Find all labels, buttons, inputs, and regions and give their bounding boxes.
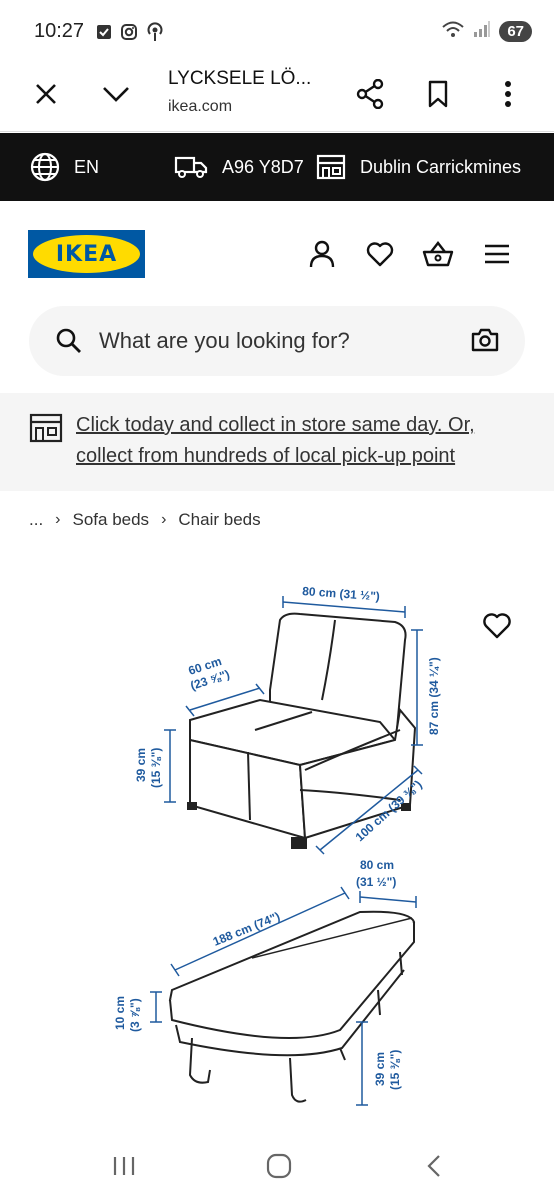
bookmark-button[interactable] [418,74,458,114]
chevron-right-icon: › [161,511,167,528]
more-options-button[interactable] [488,74,528,114]
chair-height-label: 87 cm (34 ¼") [427,657,441,735]
menu-button[interactable] [480,237,514,271]
store-selector[interactable]: Dublin Carrickmines [316,133,521,201]
battery-level: 67 [499,21,532,42]
breadcrumb-ellipsis[interactable]: ... [29,510,43,530]
language-label: EN [74,156,100,177]
mattress-thickness-in-label: (3 ⅞") [128,998,142,1032]
ikea-logo[interactable]: IKEA [28,230,145,278]
wifi-icon [441,20,465,43]
share-icon [356,79,384,109]
chevron-down-icon [103,87,129,102]
postcode-label: A96 Y8D7 [222,156,304,177]
click-collect-link[interactable]: Click today and collect in store same da… [76,410,516,472]
status-time: 10:27 [34,20,85,42]
delivery-truck-icon [174,156,208,178]
page-title[interactable]: LYCKSELE LÖ... [168,68,311,90]
chair-seat-height-in-label: (15 ⅜") [149,748,163,788]
bed-length-label: 188 cm (74") [211,909,282,949]
share-button[interactable] [350,74,390,114]
logo-text: IKEA [55,241,118,267]
back-icon [427,1155,440,1177]
checkbox-icon [96,24,112,45]
bed-width-in-label: (31 ½") [356,875,396,889]
heart-icon [483,613,511,639]
breadcrumb-sofa-beds[interactable]: Sofa beds [73,510,150,530]
locale-bar: EN A96 Y8D7 Dublin Carrickmines [0,133,554,201]
account-icon [309,240,335,268]
globe-icon [30,152,60,182]
system-navigation-bar [0,1132,554,1200]
recent-apps-icon [113,1157,135,1175]
mattress-thickness-label: 10 cm [113,996,127,1030]
search-bar [29,306,525,376]
heart-icon [366,242,394,267]
shopping-basket-icon [422,241,454,267]
account-button[interactable] [305,237,339,271]
site-header: IKEA [0,201,554,301]
browser-toolbar: LYCKSELE LÖ... ikea.com [0,60,554,132]
search-icon [56,328,81,353]
more-vertical-icon [505,81,511,107]
language-selector[interactable]: EN [30,133,99,201]
breadcrumb: ... › Sofa beds › Chair beds [29,510,261,530]
home-button[interactable] [259,1148,299,1184]
signal-icon [473,20,491,43]
close-tab-button[interactable] [26,74,66,114]
close-icon [36,84,56,104]
basket-button[interactable] [421,237,455,271]
chevron-right-icon: › [55,511,61,528]
product-dimension-image[interactable]: 80 cm (31 ½") 60 cm (23 ⅝") 87 cm (34 ¼"… [0,560,554,1130]
status-bar: 10:27 67 [0,0,554,60]
bed-height-in-label: (15 ⅜") [388,1050,402,1090]
back-button[interactable] [414,1148,454,1184]
postcode-selector[interactable]: A96 Y8D7 [174,133,304,201]
page-domain[interactable]: ikea.com [168,98,232,116]
instagram-icon [120,23,138,46]
search-input[interactable] [99,306,479,376]
bed-height-label: 39 cm [373,1052,387,1086]
add-to-wishlist-button[interactable] [482,612,512,642]
breadcrumb-chair-beds[interactable]: Chair beds [178,510,260,530]
wishlist-button[interactable] [363,237,397,271]
click-collect-banner: Click today and collect in store same da… [0,393,554,491]
chair-seat-height-label: 39 cm [134,748,148,782]
camera-search-icon[interactable] [471,327,499,353]
store-label: Dublin Carrickmines [360,156,522,177]
bookmark-icon [428,80,448,108]
store-icon [316,154,346,180]
home-icon [266,1153,292,1179]
menu-icon [485,244,509,264]
collapse-button[interactable] [96,74,136,114]
chair-width-label: 80 cm (31 ½") [302,584,381,603]
podcast-icon [146,22,164,47]
store-icon [29,413,63,443]
bed-width-label: 80 cm [360,858,394,872]
recent-apps-button[interactable] [104,1148,144,1184]
